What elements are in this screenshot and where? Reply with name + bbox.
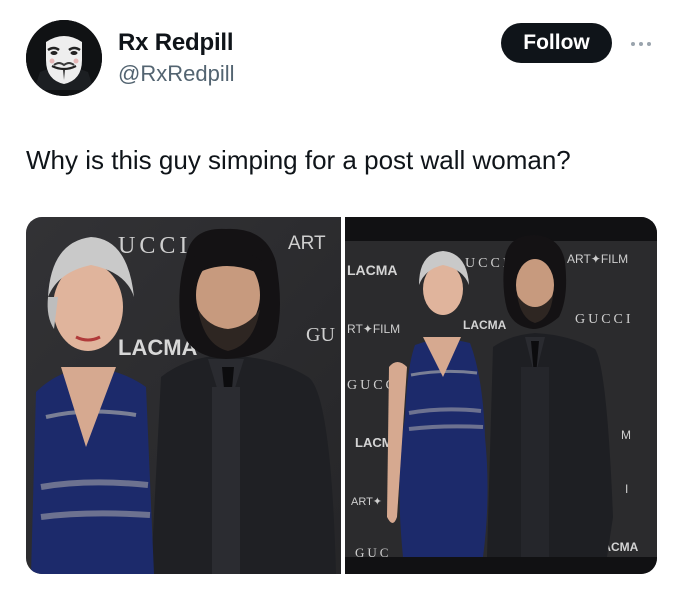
backdrop-text: ART [288,233,326,254]
red-carpet-photo: UCCI ART LACMA GU [26,217,341,574]
tweet-photo-1[interactable]: UCCI ART LACMA GU [26,217,341,574]
backdrop-text: ART✦ [351,496,382,508]
backdrop-text: LACM [355,435,393,450]
guy-fawkes-mask-icon [26,20,102,96]
backdrop-text: LACMA [463,318,507,332]
backdrop-text: RT✦FILM [347,322,400,336]
backdrop-text: GUCCI [575,312,634,327]
author-display-name[interactable]: Rx Redpill [118,29,234,57]
tweet-media-grid: UCCI ART LACMA GU LACMA UCCI ART✦FILM RT… [26,217,657,574]
backdrop-text: LACMA [347,262,398,278]
backdrop-text: M [621,428,631,442]
tweet-header: Rx Redpill @RxRedpill Follow [0,0,678,110]
tweet-photo-2[interactable]: LACMA UCCI ART✦FILM RT✦FILM LACMA GUCCI … [345,217,657,574]
more-options-button[interactable] [624,34,658,54]
backdrop-text: UCCI [118,233,191,259]
tweet-text: Why is this guy simping for a post wall … [26,145,571,175]
red-carpet-photo: LACMA UCCI ART✦FILM RT✦FILM LACMA GUCCI … [345,217,657,574]
author-handle[interactable]: @RxRedpill [118,61,234,87]
backdrop-text: UCCI [465,256,510,271]
backdrop-text: I [625,482,628,496]
backdrop-text: GUC [355,545,391,560]
follow-button[interactable]: Follow [501,23,612,63]
more-horizontal-icon [631,42,635,46]
backdrop-text: ART✦FILM [567,252,628,266]
author-avatar[interactable] [26,20,102,96]
backdrop-text: GU [306,324,335,346]
